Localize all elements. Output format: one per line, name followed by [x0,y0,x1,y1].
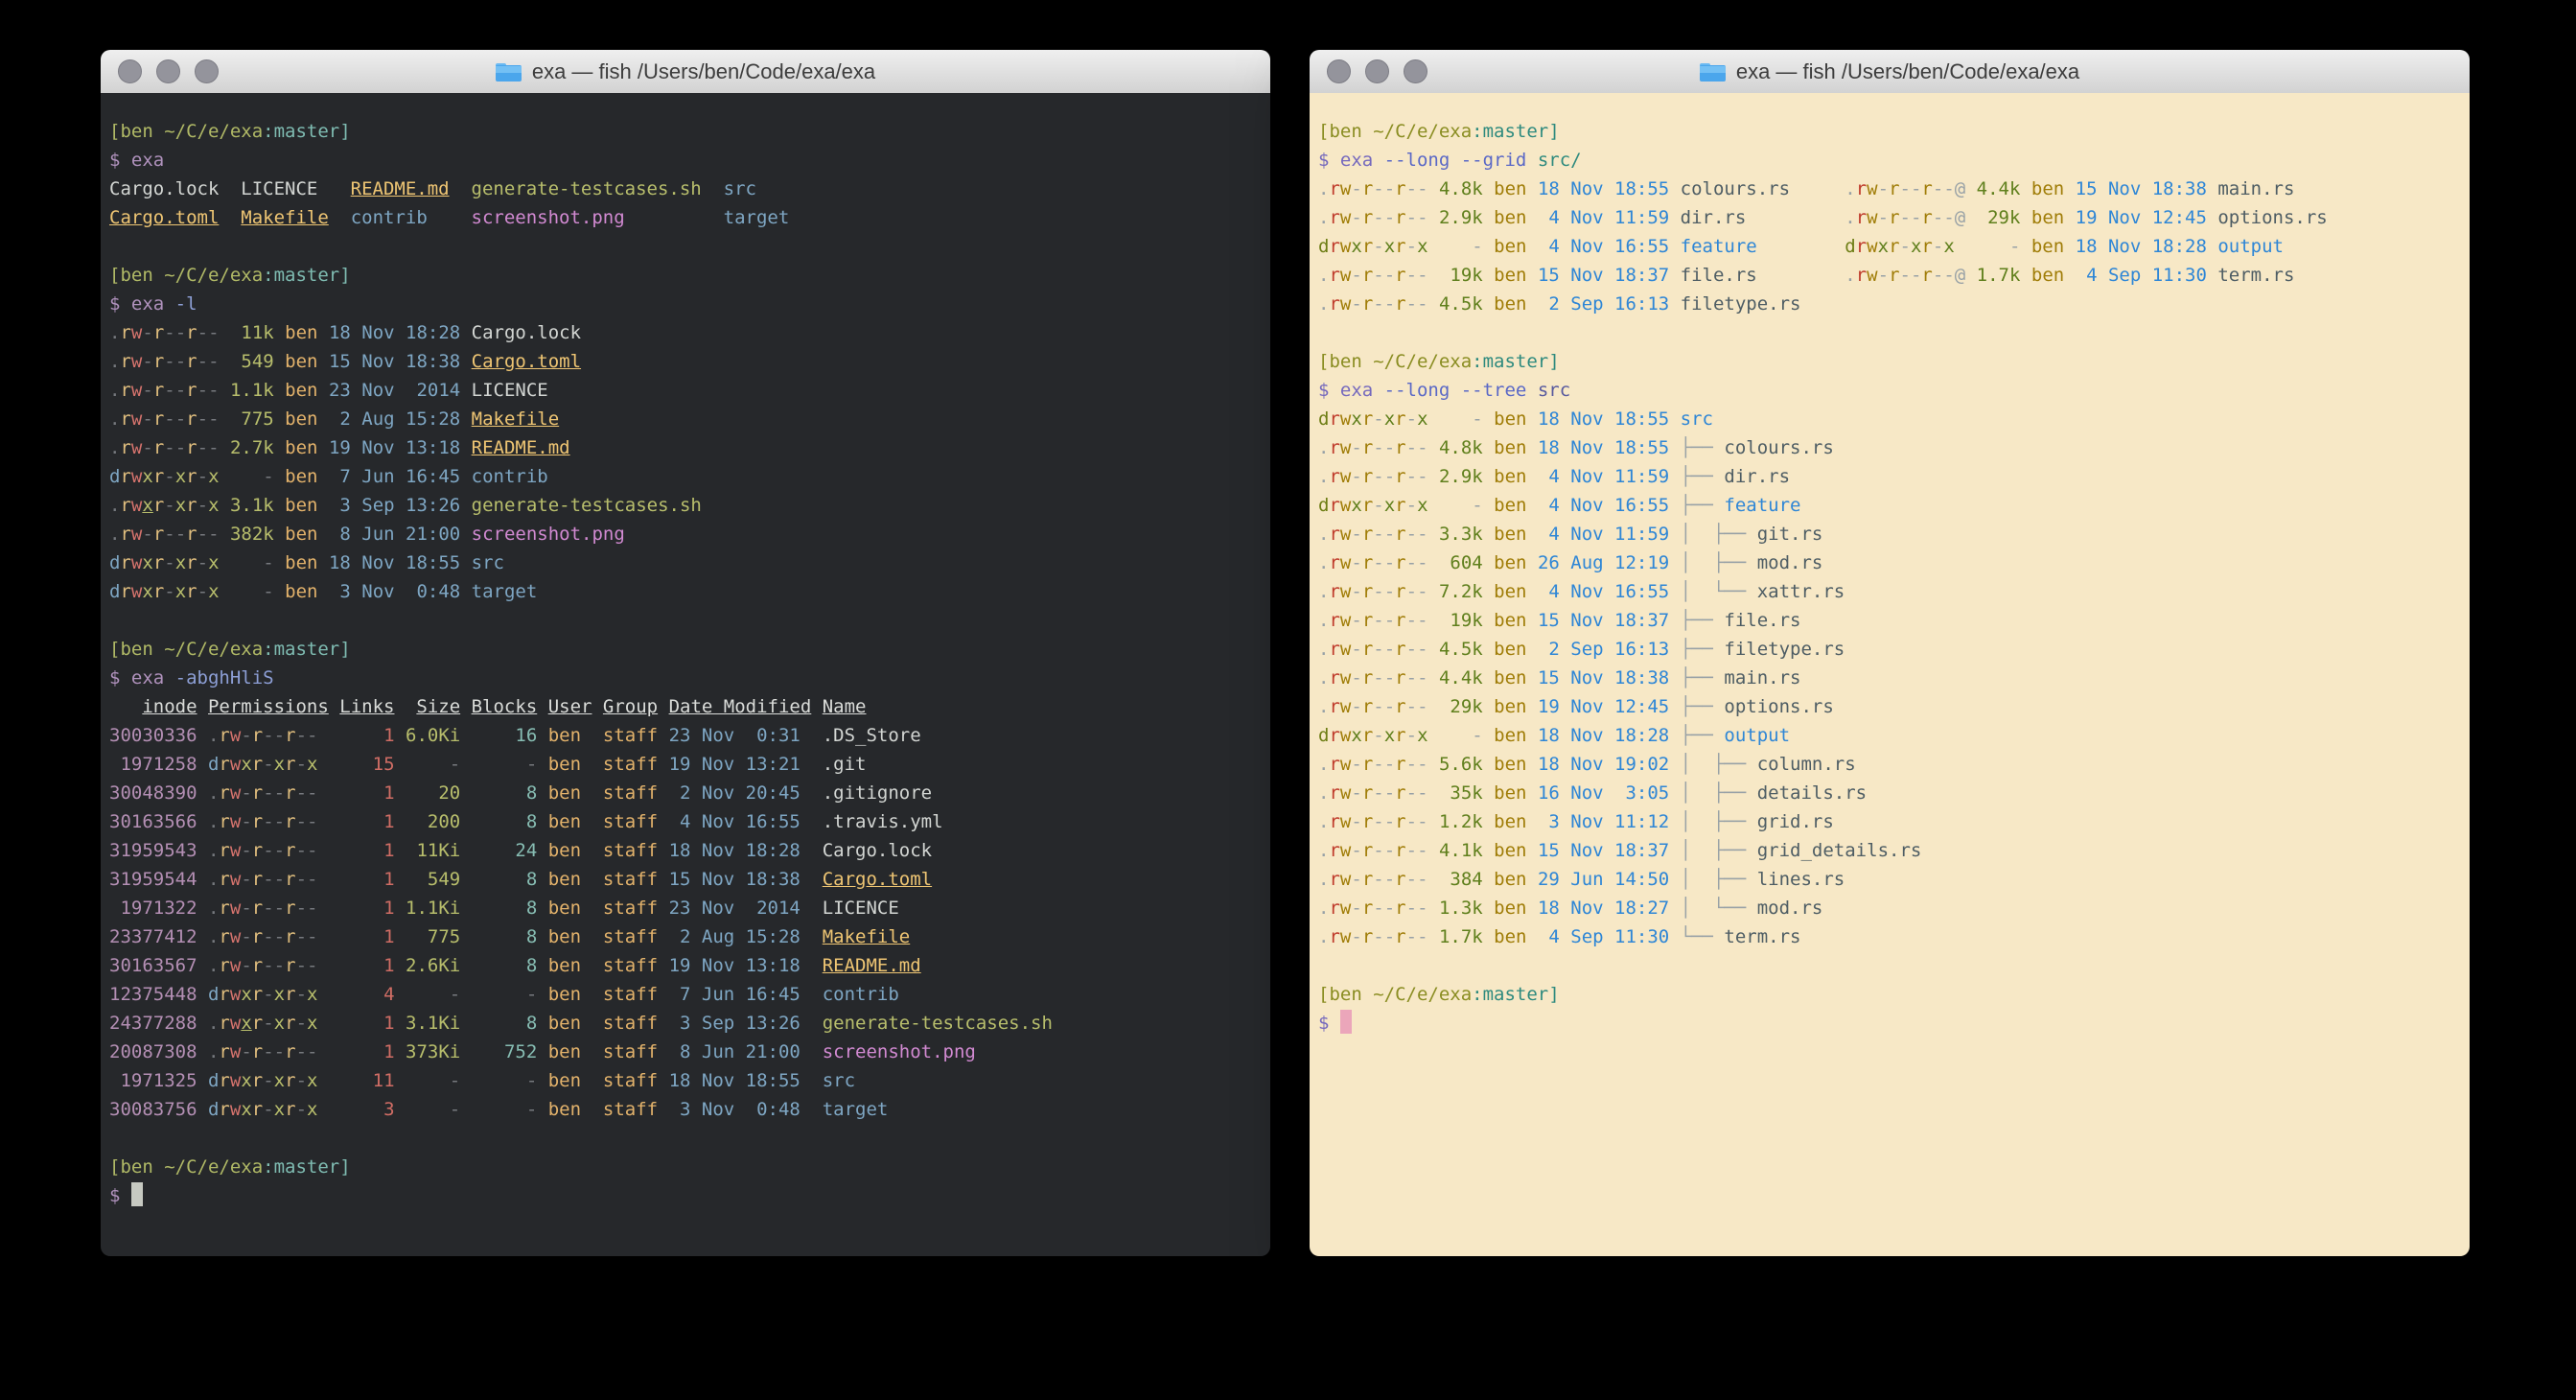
terminal-line: .rw-r--r-- 4.5k ben 2 Sep 16:13 ├── file… [1318,635,2470,664]
terminal-line: 1971322 .rw-r--r-- 1 1.1Ki 8 ben staff 2… [109,894,1270,922]
terminal-line [109,1124,1270,1153]
terminal-line: 31959544 .rw-r--r-- 1 549 8 ben staff 15… [109,865,1270,894]
terminal-line: 31959543 .rw-r--r-- 1 11Ki 24 ben staff … [109,836,1270,865]
terminal-line: 1971258 drwxr-xr-x 15 - - ben staff 19 N… [109,750,1270,779]
terminal-line: .rw-r--r-- 19k ben 15 Nov 18:37 ├── file… [1318,606,2470,635]
terminal-line: .rw-r--r-- 29k ben 19 Nov 12:45 ├── opti… [1318,692,2470,721]
terminal-screen[interactable]: [ben ~/C/e/exa:master]$ exa --long --gri… [1310,93,2470,1256]
terminal-line: .rw-r--r-- 382k ben 8 Jun 21:00 screensh… [109,520,1270,548]
folder-icon [1700,61,1726,82]
folder-icon [496,61,522,82]
terminal-line: [ben ~/C/e/exa:master] [109,1153,1270,1181]
terminal-line: .rw-r--r-- 4.4k ben 15 Nov 18:38 ├── mai… [1318,664,2470,692]
terminal-line: .rw-r--r-- 1.7k ben 4 Sep 11:30 └── term… [1318,922,2470,951]
terminal-line: 24377288 .rwxr-xr-x 1 3.1Ki 8 ben staff … [109,1009,1270,1038]
terminal-line: .rw-r--r-- 384 ben 29 Jun 14:50 │ ├── li… [1318,865,2470,894]
terminal-line: drwxr-xr-x - ben 4 Nov 16:55 feature drw… [1318,232,2470,261]
terminal-line: 30163567 .rw-r--r-- 1 2.6Ki 8 ben staff … [109,951,1270,980]
traffic-lights [1327,50,1427,93]
terminal-line: .rw-r--r-- 1.2k ben 3 Nov 11:12 │ ├── gr… [1318,807,2470,836]
terminal-line: .rw-r--r-- 604 ben 26 Aug 12:19 │ ├── mo… [1318,548,2470,577]
terminal-line: .rw-r--r-- 11k ben 18 Nov 18:28 Cargo.lo… [109,318,1270,347]
terminal-line [1318,318,2470,347]
terminal-line: drwxr-xr-x - ben 18 Nov 18:55 src [1318,405,2470,433]
terminal-line: $ exa --long --tree src [1318,376,2470,405]
title-bar[interactable]: exa — fish /Users/ben/Code/exa/exa [101,50,1270,94]
terminal-line [1318,951,2470,980]
terminal-line: drwxr-xr-x - ben 7 Jun 16:45 contrib [109,462,1270,491]
terminal-line: 12375448 drwxr-xr-x 4 - - ben staff 7 Ju… [109,980,1270,1009]
terminal-line: .rwxr-xr-x 3.1k ben 3 Sep 13:26 generate… [109,491,1270,520]
terminal-line: $ exa --long --grid src/ [1318,146,2470,175]
terminal-line: drwxr-xr-x - ben 18 Nov 18:28 ├── output [1318,721,2470,750]
terminal-line: drwxr-xr-x - ben 3 Nov 0:48 target [109,577,1270,606]
terminal-line: [ben ~/C/e/exa:master] [109,117,1270,146]
window-title: exa — fish /Users/ben/Code/exa/exa [1700,59,2079,84]
terminal-line: .rw-r--r-- 4.5k ben 2 Sep 16:13 filetype… [1318,290,2470,318]
terminal-line: 1971325 drwxr-xr-x 11 - - ben staff 18 N… [109,1066,1270,1095]
traffic-lights [118,50,219,93]
terminal-cursor [1340,1010,1352,1034]
terminal-line: inode Permissions Links Size Blocks User… [109,692,1270,721]
terminal-line [109,232,1270,261]
terminal-line: .rw-r--r-- 19k ben 15 Nov 18:37 file.rs … [1318,261,2470,290]
terminal-line: 23377412 .rw-r--r-- 1 775 8 ben staff 2 … [109,922,1270,951]
terminal-line: .rw-r--r-- 1.1k ben 23 Nov 2014 LICENCE [109,376,1270,405]
terminal-screen[interactable]: [ben ~/C/e/exa:master]$ exaCargo.lock LI… [101,93,1270,1256]
terminal-line: .rw-r--r-- 549 ben 15 Nov 18:38 Cargo.to… [109,347,1270,376]
terminal-line: .rw-r--r-- 2.9k ben 4 Nov 11:59 ├── dir.… [1318,462,2470,491]
terminal-line: drwxr-xr-x - ben 18 Nov 18:55 src [109,548,1270,577]
terminal-line: .rw-r--r-- 35k ben 16 Nov 3:05 │ ├── det… [1318,779,2470,807]
minimize-button[interactable] [156,59,180,83]
minimize-button[interactable] [1365,59,1389,83]
terminal-cursor [131,1182,143,1206]
zoom-button[interactable] [1404,59,1427,83]
terminal-line: .rw-r--r-- 1.3k ben 18 Nov 18:27 │ └── m… [1318,894,2470,922]
terminal-line [109,606,1270,635]
terminal-line: [ben ~/C/e/exa:master] [1318,347,2470,376]
terminal-line: .rw-r--r-- 5.6k ben 18 Nov 19:02 │ ├── c… [1318,750,2470,779]
terminal-line: $ [109,1181,1270,1210]
terminal-line: 30083756 drwxr-xr-x 3 - - ben staff 3 No… [109,1095,1270,1124]
terminal-line: $ exa -abghHliS [109,664,1270,692]
terminal-window-dark[interactable]: exa — fish /Users/ben/Code/exa/exa [ben … [101,50,1270,1256]
desktop: exa — fish /Users/ben/Code/exa/exa [ben … [0,0,2576,1400]
title-bar[interactable]: exa — fish /Users/ben/Code/exa/exa [1310,50,2470,94]
terminal-line: .rw-r--r-- 7.2k ben 4 Nov 16:55 │ └── xa… [1318,577,2470,606]
terminal-line: [ben ~/C/e/exa:master] [109,635,1270,664]
terminal-line: 30163566 .rw-r--r-- 1 200 8 ben staff 4 … [109,807,1270,836]
terminal-line: 20087308 .rw-r--r-- 1 373Ki 752 ben staf… [109,1038,1270,1066]
terminal-line: $ exa [109,146,1270,175]
close-button[interactable] [1327,59,1351,83]
terminal-line: $ [1318,1009,2470,1038]
terminal-line: [ben ~/C/e/exa:master] [1318,117,2470,146]
terminal-line: [ben ~/C/e/exa:master] [1318,980,2470,1009]
terminal-line: .rw-r--r-- 2.9k ben 4 Nov 11:59 dir.rs .… [1318,203,2470,232]
terminal-line: Cargo.lock LICENCE README.md generate-te… [109,175,1270,203]
terminal-line: .rw-r--r-- 4.8k ben 18 Nov 18:55 colours… [1318,175,2470,203]
terminal-line: .rw-r--r-- 775 ben 2 Aug 15:28 Makefile [109,405,1270,433]
terminal-line: 30048390 .rw-r--r-- 1 20 8 ben staff 2 N… [109,779,1270,807]
terminal-line: [ben ~/C/e/exa:master] [109,261,1270,290]
terminal-line: .rw-r--r-- 2.7k ben 19 Nov 13:18 README.… [109,433,1270,462]
terminal-line: .rw-r--r-- 4.1k ben 15 Nov 18:37 │ ├── g… [1318,836,2470,865]
terminal-window-light[interactable]: exa — fish /Users/ben/Code/exa/exa [ben … [1310,50,2470,1256]
terminal-line: drwxr-xr-x - ben 4 Nov 16:55 ├── feature [1318,491,2470,520]
terminal-line: .rw-r--r-- 3.3k ben 4 Nov 11:59 │ ├── gi… [1318,520,2470,548]
zoom-button[interactable] [195,59,219,83]
terminal-line: 30030336 .rw-r--r-- 1 6.0Ki 16 ben staff… [109,721,1270,750]
window-title: exa — fish /Users/ben/Code/exa/exa [496,59,875,84]
terminal-line: Cargo.toml Makefile contrib screenshot.p… [109,203,1270,232]
close-button[interactable] [118,59,142,83]
terminal-line: .rw-r--r-- 4.8k ben 18 Nov 18:55 ├── col… [1318,433,2470,462]
window-title-text: exa — fish /Users/ben/Code/exa/exa [532,59,875,84]
terminal-line: $ exa -l [109,290,1270,318]
window-title-text: exa — fish /Users/ben/Code/exa/exa [1736,59,2079,84]
